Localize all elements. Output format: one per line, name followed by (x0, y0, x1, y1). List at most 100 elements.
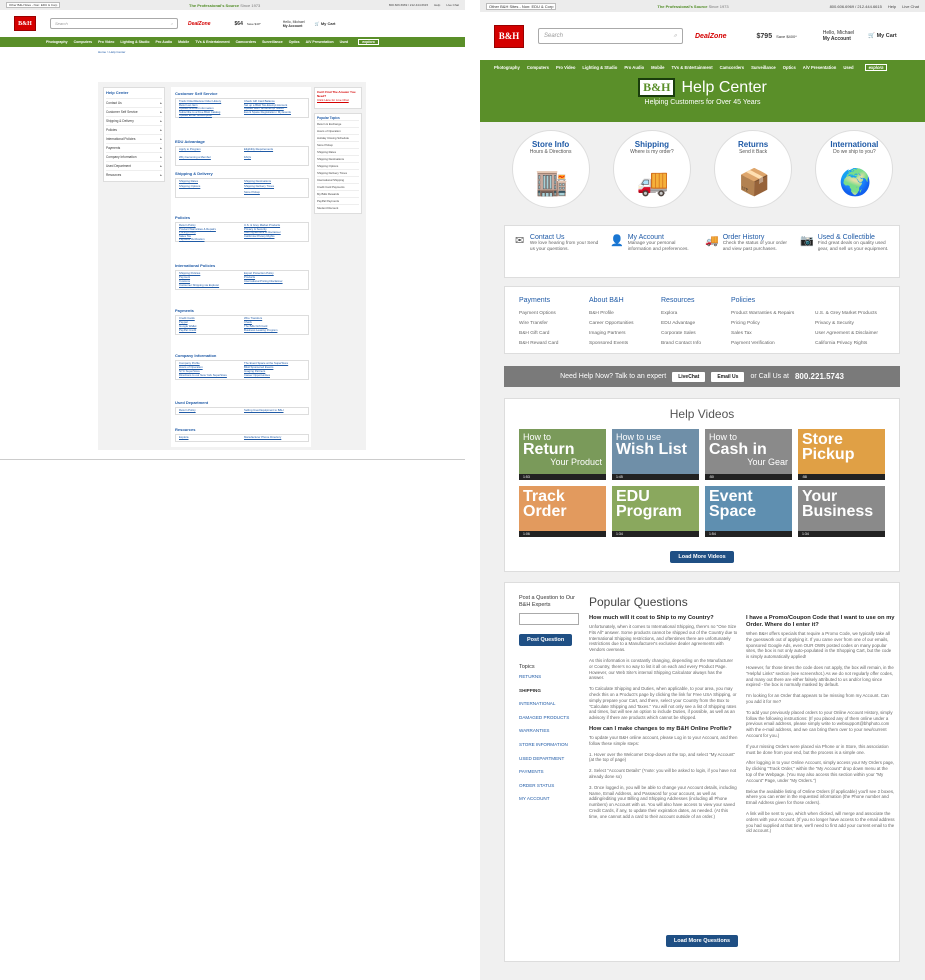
help-link[interactable]: U.S. & Grey Market Products (815, 309, 895, 319)
help-link[interactable]: B&H Profile (589, 309, 661, 319)
nav-item[interactable]: Used (843, 65, 853, 70)
help-link[interactable]: Help (434, 3, 440, 7)
sidebar-item[interactable]: Company Information ▸ (106, 152, 162, 161)
feature-title[interactable]: Order History (723, 234, 794, 241)
quick-link-card[interactable]: Returns Send it Back 📦 (714, 130, 793, 208)
account-link[interactable]: 📷 Used & Collectible Find great deals on q… (800, 234, 889, 253)
help-link[interactable]: Payment Options (519, 309, 589, 319)
question-title[interactable]: I have a Promo/Coupon Code that I want t… (746, 615, 895, 629)
help-link[interactable]: B&H Gift Card (519, 329, 589, 339)
quick-link-card[interactable]: International Do we ship to you? 🌍 (815, 130, 894, 208)
sidebar-item[interactable]: Customer Self Service ▸ (106, 107, 162, 116)
help-link[interactable]: Product Warranties & Repairs (731, 309, 815, 319)
topic-link[interactable]: SHIPPING (519, 684, 579, 698)
video-thumb[interactable]: How to Cash in Your Gear:50 (705, 429, 792, 480)
live-chat-link[interactable]: Live Chat (902, 4, 919, 9)
explora-link[interactable]: explora (864, 63, 888, 71)
nav-item[interactable]: Pro Video (556, 65, 575, 70)
account-menu[interactable]: Hello, Michael My Account (823, 30, 854, 42)
help-link[interactable]: Sales Tax (731, 329, 815, 339)
load-more-videos-button[interactable]: Load More Videos (670, 551, 734, 563)
load-more-questions-button[interactable]: Load More Questions (665, 935, 739, 947)
nav-item[interactable]: Pro Audio (624, 65, 644, 70)
help-link[interactable]: Pricing Policy (731, 319, 815, 329)
explora-link[interactable]: explora (358, 39, 379, 45)
quick-link-card[interactable]: Shipping Where is my order? 🚚 (612, 130, 691, 208)
nav-item[interactable]: Camcorders (720, 65, 744, 70)
site-select[interactable]: Other B&H Sites - Non: EDU & Corp (6, 2, 61, 8)
help-link[interactable]: California Privacy Rights (815, 339, 895, 349)
dealzone[interactable]: DealZone (188, 21, 211, 27)
question-input[interactable] (519, 613, 579, 625)
popular-topic[interactable]: My B&H Rewards (317, 190, 359, 197)
video-thumb[interactable]: Store Pickup:58 (798, 429, 885, 480)
help-link[interactable]: Career Opportunities (589, 319, 661, 329)
nav-item[interactable]: Used (340, 40, 349, 44)
section-link[interactable] (244, 284, 305, 288)
sidebar-item[interactable]: Shipping & Delivery ▸ (106, 116, 162, 125)
sidebar-item[interactable]: Payments ▸ (106, 143, 162, 152)
search-icon[interactable]: ⌕ (171, 21, 173, 26)
question-title[interactable]: How much will it cost to Ship to my Coun… (589, 615, 738, 622)
question-title[interactable]: How can I make changes to my B&H Online … (589, 726, 738, 733)
popular-topic[interactable]: Shipping Destinations (317, 155, 359, 162)
topic-link[interactable]: DAMAGED PRODUCTS (519, 711, 579, 725)
topic-link[interactable]: STORE INFORMATION (519, 738, 579, 752)
help-link[interactable]: User Agreement & Disclaimer (815, 329, 895, 339)
section-link[interactable]: Eligibility Requirements (244, 147, 305, 156)
nav-item[interactable]: Lighting & Studio (120, 40, 149, 44)
nav-item[interactable]: Surveillance (751, 65, 776, 70)
popular-topic[interactable]: Credit Card Payments (317, 183, 359, 190)
account-link[interactable]: ✉ Contact Us We love hearing from you! Sen… (515, 234, 604, 253)
nav-item[interactable]: Optics (289, 40, 300, 44)
dealzone[interactable]: DealZone (695, 33, 727, 40)
section-link[interactable]: Manufacturer Phone Directory (244, 435, 305, 440)
logo[interactable]: B&H (14, 16, 36, 31)
popular-topic[interactable]: Shipping Rates (317, 148, 359, 155)
help-link[interactable]: Imaging Partners (589, 329, 661, 339)
section-link[interactable]: PayPal Credit (179, 328, 240, 333)
sidebar-item[interactable]: Contact Us ▸ (106, 98, 162, 107)
search-input[interactable]: Search ⌕ (538, 28, 683, 44)
nav-item[interactable]: Camcorders (236, 40, 256, 44)
video-thumb[interactable]: How to Return Your Product 1:53 (519, 429, 606, 480)
popular-topic[interactable]: Shipping Options (317, 162, 359, 169)
video-thumb[interactable]: How to use Wish List 1:45 (612, 429, 699, 480)
video-thumb[interactable]: Your Business 1:34 (798, 486, 885, 537)
section-link[interactable] (179, 191, 240, 196)
topic-link[interactable]: WARRANTIES (519, 724, 579, 738)
nav-item[interactable]: Optics (783, 65, 796, 70)
sidebar-item[interactable]: Resources ▸ (106, 170, 162, 179)
cart[interactable]: 🛒 My Cart (868, 33, 897, 39)
help-link[interactable]: Payment Verification (731, 339, 815, 349)
nav-item[interactable]: Mobile (178, 40, 189, 44)
topic-link[interactable]: RETURNS (519, 670, 579, 684)
cart[interactable]: 🛒 My Cart (315, 21, 336, 26)
help-link[interactable]: Help (888, 4, 896, 9)
nav-item[interactable]: A/V Presentation (803, 65, 837, 70)
sidebar-item[interactable]: International Policies ▸ (106, 134, 162, 143)
help-link[interactable]: Explora (661, 309, 731, 319)
section-link[interactable] (244, 238, 305, 242)
popular-topic[interactable]: International Shipping (317, 176, 359, 183)
section-link[interactable]: Consumer Shipping via Explorer (179, 283, 240, 288)
popular-topic[interactable]: Shipping Delivery Times (317, 169, 359, 176)
feature-title[interactable]: Contact Us (530, 234, 604, 241)
help-link[interactable]: Brand Contact Info (661, 339, 731, 349)
video-thumb[interactable]: EDU Program 1:34 (612, 486, 699, 537)
section-link[interactable]: FAQs (244, 155, 305, 164)
topic-link[interactable]: INTERNATIONAL (519, 697, 579, 711)
section-link[interactable]: Selling Used Equipment to B&H (244, 408, 305, 413)
account-link[interactable]: 👤 My Account Manage your personal informat… (610, 234, 699, 253)
video-thumb[interactable]: Track Order 1:06 (519, 486, 606, 537)
popular-topic[interactable]: Store Pickup (317, 141, 359, 148)
popular-topic[interactable]: Return & Exchange (317, 120, 359, 127)
help-link[interactable]: B&H Reward Card (519, 339, 589, 349)
sidebar-item[interactable]: Policies ▸ (106, 125, 162, 134)
nav-item[interactable]: TVs & Entertainment (671, 65, 712, 70)
nav-item[interactable]: TVs & Entertainment (195, 40, 229, 44)
search-icon[interactable]: ⌕ (674, 33, 677, 40)
account-link[interactable]: 🚚 Order History Check the status of your o… (705, 234, 794, 253)
nav-item[interactable]: Lighting & Studio (582, 65, 617, 70)
section-link[interactable]: Explora (179, 435, 240, 440)
